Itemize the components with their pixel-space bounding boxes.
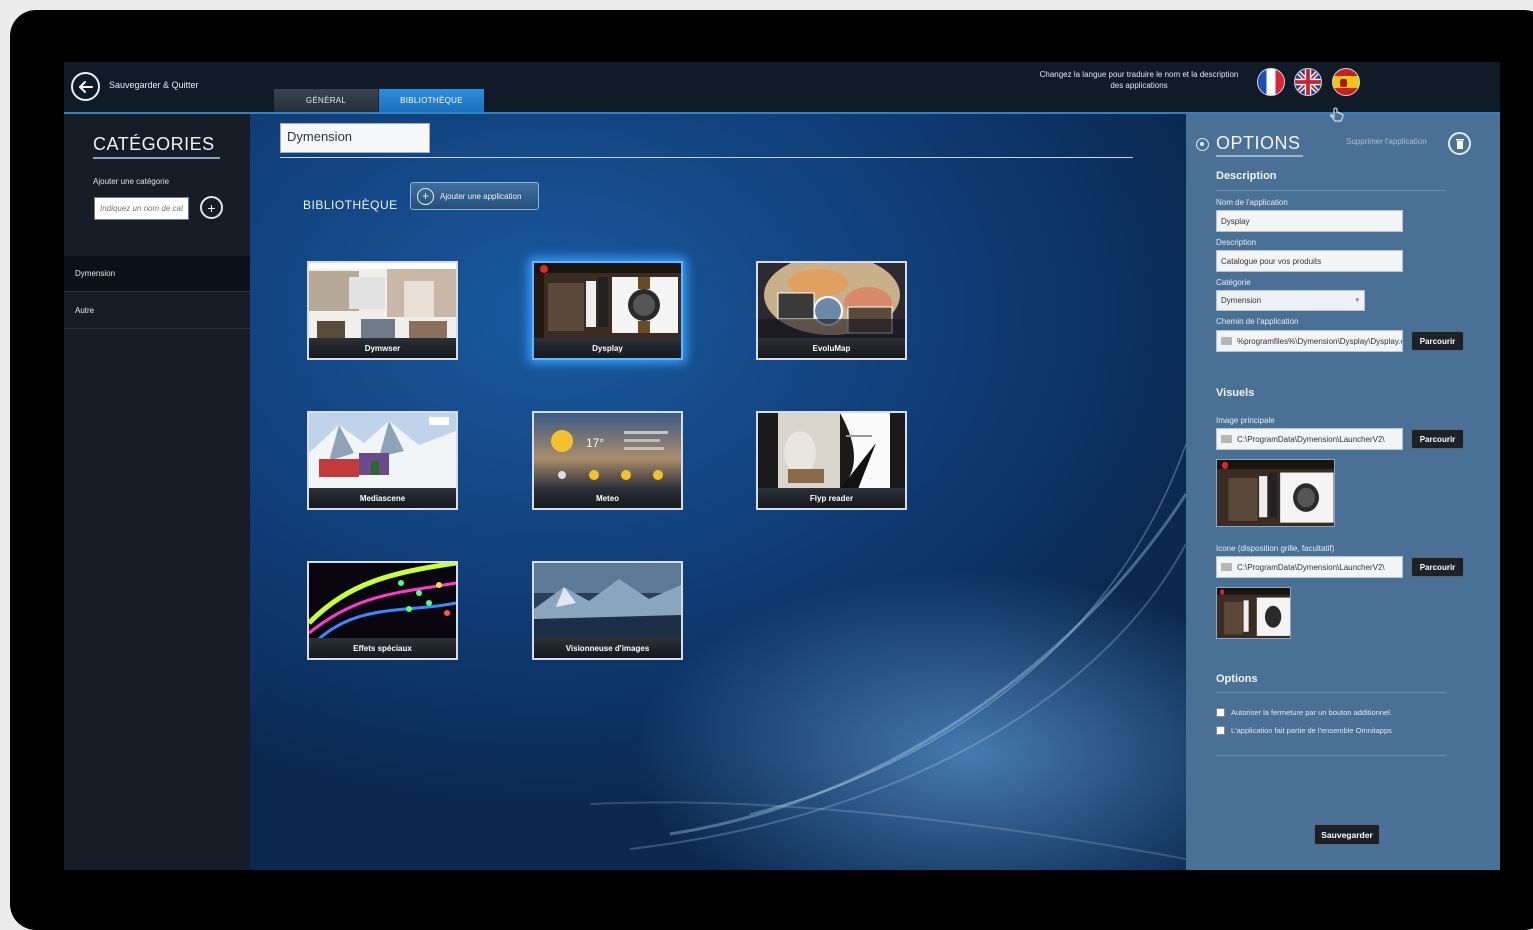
back-arrow-icon[interactable]: [71, 72, 100, 101]
app-tile-flyp-reader[interactable]: Flyp reader: [756, 411, 907, 510]
chevron-down-icon: ▾: [1355, 297, 1359, 304]
checkbox-label: L'application fait partie de l'ensemble …: [1231, 726, 1392, 735]
close-button-checkbox[interactable]: [1216, 708, 1225, 717]
tab-library[interactable]: BIBLIOTHÈQUE: [379, 89, 484, 112]
delete-app-label[interactable]: Supprimer l'application: [1346, 137, 1427, 146]
app-tile-label: Effets spéciaux: [309, 638, 456, 658]
library-main: Dymension BIBLIOTHÈQUE + Ajouter une app…: [250, 114, 1186, 870]
flyp-reader-thumbnail: [758, 413, 905, 489]
app-name-field[interactable]: Dysplay: [1216, 210, 1403, 232]
category-name-field[interactable]: Dymension: [280, 123, 430, 153]
app-tile-evolumap[interactable]: EvoluMap: [756, 261, 907, 360]
divider: [1216, 190, 1446, 191]
description-label: Description: [1216, 238, 1257, 247]
fr-flag-icon[interactable]: [1257, 68, 1285, 96]
dysplay-thumbnail: [534, 263, 681, 339]
category-select-value: Dymension: [1221, 296, 1262, 305]
app-path-value: %programfiles%\Dymension\Dysplay\Dysplay…: [1237, 336, 1403, 346]
options-panel: OPTIONS Supprimer l'application Descript…: [1186, 114, 1500, 870]
sidebar-item-dymension[interactable]: Dymension: [64, 256, 250, 292]
es-flag-icon[interactable]: [1332, 68, 1360, 96]
browse-main-image-button[interactable]: Parcourir: [1411, 429, 1464, 449]
browse-icon-button[interactable]: Parcourir: [1411, 557, 1464, 577]
checkbox-label: Autoriser la fermeture par un bouton add…: [1231, 708, 1392, 717]
library-title: BIBLIOTHÈQUE: [303, 198, 398, 212]
save-quit-button[interactable]: Sauvegarder & Quitter: [109, 80, 199, 90]
folder-icon: [1221, 435, 1232, 443]
crest-icon: [1340, 79, 1347, 87]
app-tile-dysplay[interactable]: Dysplay: [532, 261, 683, 360]
mediascene-thumbnail: [309, 413, 456, 489]
app-tile-label: Meteo: [534, 488, 681, 508]
app-path-field[interactable]: %programfiles%\Dymension\Dysplay\Dysplay…: [1216, 330, 1403, 352]
browse-path-button[interactable]: Parcourir: [1411, 331, 1464, 351]
main-image-preview: [1216, 459, 1335, 527]
description-field[interactable]: Catalogue pour vos produits: [1216, 250, 1403, 272]
icon-value: C:\ProgramData\Dymension\LauncherV2\: [1237, 562, 1385, 572]
app-tile-effets-speciaux[interactable]: Effets spéciaux: [307, 561, 458, 660]
icon-preview: [1216, 587, 1291, 639]
tab-general[interactable]: GÉNÉRAL: [274, 89, 378, 112]
top-bar: Sauvegarder & Quitter GÉNÉRAL BIBLIOTHÈQ…: [64, 62, 1500, 114]
folder-icon: [1221, 563, 1232, 571]
category-label: Catégorie: [1216, 278, 1251, 287]
app-tile-label: Mediascene: [309, 488, 456, 508]
app-tile-dymwser[interactable]: Dymwser: [307, 261, 458, 360]
plus-icon: +: [417, 187, 434, 205]
app-tile-mediascene[interactable]: Mediascene: [307, 411, 458, 510]
effets-speciaux-thumbnail: [309, 563, 456, 639]
app-tile-meteo[interactable]: 17° Meteo: [532, 411, 683, 510]
visuals-section-title: Visuels: [1216, 387, 1255, 399]
category-select[interactable]: Dymension ▾: [1216, 290, 1365, 311]
hand-pointer-icon: [1329, 107, 1344, 122]
visionneuse-thumbnail: [534, 563, 681, 639]
sidebar-item-autre[interactable]: Autre: [64, 293, 250, 329]
add-application-button[interactable]: + Ajouter une application: [410, 182, 539, 210]
add-category-plus-icon[interactable]: +: [200, 196, 223, 219]
arrow-left-icon: [78, 80, 93, 93]
divider: [280, 157, 1133, 158]
divider: [1216, 692, 1446, 693]
icon-field[interactable]: C:\ProgramData\Dymension\LauncherV2\: [1216, 556, 1403, 578]
add-application-label: Ajouter une application: [440, 191, 522, 201]
options-bullet-icon: [1196, 138, 1209, 151]
app-path-label: Chemin de l'application: [1216, 317, 1299, 326]
save-button[interactable]: Sauvegarder: [1314, 824, 1380, 845]
checkbox-row: Autoriser la fermeture par un bouton add…: [1216, 708, 1392, 717]
category-name-input[interactable]: [94, 197, 189, 220]
app-tile-label: Dymwser: [309, 338, 456, 358]
omnitapps-checkbox[interactable]: [1216, 726, 1225, 735]
app-tile-label: Visionneuse d'images: [534, 638, 681, 658]
uk-flag-icon[interactable]: [1294, 68, 1322, 96]
categories-sidebar: CATÉGORIES Ajouter une catégorie + Dymen…: [64, 114, 250, 870]
meteo-thumbnail: 17°: [534, 413, 681, 489]
meteo-temp: 17°: [586, 436, 604, 450]
divider: [1216, 755, 1446, 756]
description-section-title: Description: [1216, 170, 1277, 182]
app-tile-label: EvoluMap: [758, 338, 905, 358]
app-tile-label: Dysplay: [534, 338, 681, 358]
folder-icon: [1221, 337, 1232, 345]
main-image-value: C:\ProgramData\Dymension\LauncherV2\: [1237, 434, 1385, 444]
options-title: OPTIONS: [1216, 133, 1303, 157]
categories-title: CATÉGORIES: [93, 134, 220, 159]
app-window: Sauvegarder & Quitter GÉNÉRAL BIBLIOTHÈQ…: [64, 62, 1500, 870]
app-tile-visionneuse[interactable]: Visionneuse d'images: [532, 561, 683, 660]
language-hint: Changez la langue pour traduire le nom e…: [1039, 70, 1239, 90]
add-category-label: Ajouter une catégorie: [93, 177, 170, 186]
options-section-title: Options: [1216, 673, 1258, 685]
icon-label: Icone (disposition grille, facultatif): [1216, 544, 1335, 553]
app-name-label: Nom de l'application: [1216, 198, 1288, 207]
trash-icon[interactable]: [1448, 132, 1471, 155]
dymwser-thumbnail: [309, 263, 456, 339]
checkbox-row: L'application fait partie de l'ensemble …: [1216, 726, 1392, 735]
app-tile-label: Flyp reader: [758, 488, 905, 508]
evolumap-thumbnail: [758, 263, 905, 339]
main-image-label: Image principale: [1216, 416, 1275, 425]
main-image-field[interactable]: C:\ProgramData\Dymension\LauncherV2\: [1216, 428, 1403, 450]
